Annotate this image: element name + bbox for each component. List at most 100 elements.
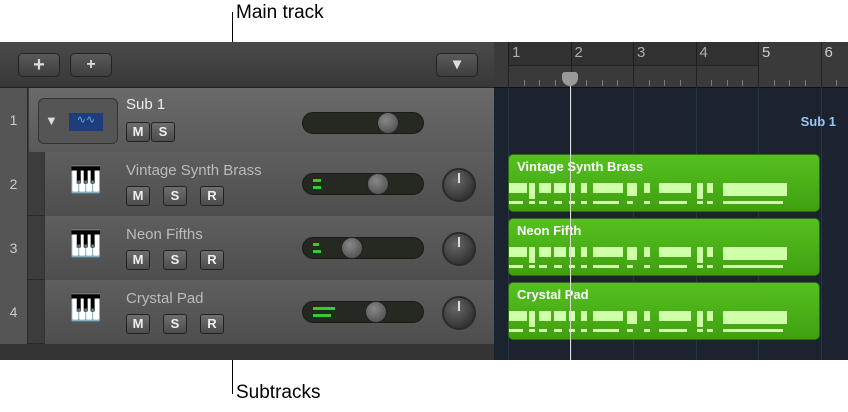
cycle-region[interactable] xyxy=(508,42,758,66)
options-dropdown-button[interactable]: ▾ xyxy=(436,53,478,77)
bar-number: 6 xyxy=(824,44,833,61)
midi-note xyxy=(529,311,535,327)
midi-note xyxy=(529,201,535,204)
level-meter xyxy=(313,179,321,182)
solo-button[interactable]: S xyxy=(151,122,175,142)
midi-note xyxy=(627,247,637,260)
bar-tick xyxy=(758,42,759,88)
keyboard-icon: 🎹 xyxy=(69,228,103,258)
track-row[interactable]: 1 ▼ ∿∿ Sub 1 MS xyxy=(0,88,494,152)
midi-note xyxy=(697,329,703,332)
midi-note xyxy=(554,265,562,268)
midi-note xyxy=(707,183,713,193)
midi-note xyxy=(644,247,650,257)
midi-note xyxy=(539,265,547,268)
midi-note xyxy=(707,247,713,257)
track-name[interactable]: Crystal Pad xyxy=(126,290,204,307)
midi-note xyxy=(644,265,650,268)
midi-note xyxy=(723,265,783,268)
midi-note xyxy=(659,311,691,321)
midi-note xyxy=(644,201,650,204)
record-button[interactable]: R xyxy=(200,186,224,206)
midi-note xyxy=(707,329,713,332)
pan-knob[interactable] xyxy=(442,168,476,202)
beat-tick xyxy=(742,80,744,86)
mute-button[interactable]: M xyxy=(126,314,150,334)
midi-note xyxy=(723,311,787,324)
volume-slider-thumb[interactable] xyxy=(341,237,363,259)
mute-button[interactable]: M xyxy=(126,122,150,142)
record-button[interactable]: R xyxy=(200,250,224,270)
beat-tick xyxy=(586,80,588,86)
midi-note xyxy=(539,247,551,257)
volume-slider[interactable] xyxy=(302,237,424,259)
track-name[interactable]: Neon Fifths xyxy=(126,226,203,243)
track-number: 1 xyxy=(0,88,28,152)
track-number: 4 xyxy=(0,280,28,344)
midi-note xyxy=(539,183,551,193)
midi-note xyxy=(697,311,703,327)
main-track-callout: Main track xyxy=(236,2,324,23)
volume-slider-thumb[interactable] xyxy=(365,301,387,323)
grid-line xyxy=(820,42,822,360)
track-row[interactable]: 2 🎹 Vintage Synth Brass M S R xyxy=(0,152,494,216)
midi-note xyxy=(707,201,713,204)
midi-note xyxy=(697,247,703,263)
solo-button[interactable]: S xyxy=(163,250,187,270)
midi-note xyxy=(659,265,687,268)
track-row[interactable]: 4 🎹 Crystal Pad M S R xyxy=(0,280,494,344)
solo-button[interactable]: S xyxy=(163,186,187,206)
beat-tick xyxy=(711,80,713,86)
playhead[interactable] xyxy=(570,72,571,360)
midi-note xyxy=(627,201,633,204)
volume-slider[interactable] xyxy=(302,112,424,134)
midi-note xyxy=(627,329,633,332)
solo-button[interactable]: S xyxy=(163,314,187,334)
midi-note xyxy=(593,201,619,204)
ruler[interactable]: 123456 xyxy=(494,42,848,88)
midi-note xyxy=(644,183,650,193)
volume-slider[interactable] xyxy=(302,301,424,323)
midi-note xyxy=(554,201,562,204)
midi-region[interactable]: Vintage Synth Brass xyxy=(508,154,820,212)
beat-tick xyxy=(601,80,603,86)
add-track-button[interactable]: + xyxy=(18,53,60,77)
mute-button[interactable]: M xyxy=(126,250,150,270)
beat-tick xyxy=(617,80,619,86)
track-number: 3 xyxy=(0,216,28,280)
volume-slider[interactable] xyxy=(302,173,424,195)
midi-note xyxy=(581,311,587,321)
level-meter xyxy=(313,250,321,253)
track-number: 2 xyxy=(0,152,28,216)
midi-note xyxy=(593,265,619,268)
volume-slider-thumb[interactable] xyxy=(367,173,389,195)
level-meter xyxy=(313,314,331,317)
beat-tick xyxy=(804,80,806,86)
track-name[interactable]: Sub 1 xyxy=(126,96,165,113)
beat-tick xyxy=(648,80,650,86)
track-header-toolbar: + + ▾ xyxy=(0,42,494,88)
midi-note xyxy=(554,247,566,257)
new-track-stack-button[interactable]: + xyxy=(70,53,112,77)
track-stack-icon-box[interactable]: ▼ ∿∿ xyxy=(38,98,118,144)
midi-note xyxy=(697,183,703,199)
midi-note xyxy=(659,183,691,193)
mute-button[interactable]: M xyxy=(126,186,150,206)
track-name[interactable]: Vintage Synth Brass xyxy=(126,162,262,179)
midi-region[interactable]: Crystal Pad xyxy=(508,282,820,340)
midi-note xyxy=(509,201,523,204)
midi-note xyxy=(509,329,523,332)
midi-region[interactable]: Neon Fifth xyxy=(508,218,820,276)
midi-note xyxy=(723,329,783,332)
track-row[interactable]: 3 🎹 Neon Fifths M S R xyxy=(0,216,494,280)
pan-knob[interactable] xyxy=(442,232,476,266)
disclosure-triangle-icon[interactable]: ▼ xyxy=(45,113,58,128)
subtracks-callout: Subtracks xyxy=(236,382,321,403)
midi-note xyxy=(593,329,619,332)
pan-knob[interactable] xyxy=(442,296,476,330)
record-button[interactable]: R xyxy=(200,314,224,334)
volume-slider-thumb[interactable] xyxy=(377,112,399,134)
midi-note xyxy=(593,311,623,321)
midi-note xyxy=(707,311,713,321)
midi-note xyxy=(509,265,523,268)
